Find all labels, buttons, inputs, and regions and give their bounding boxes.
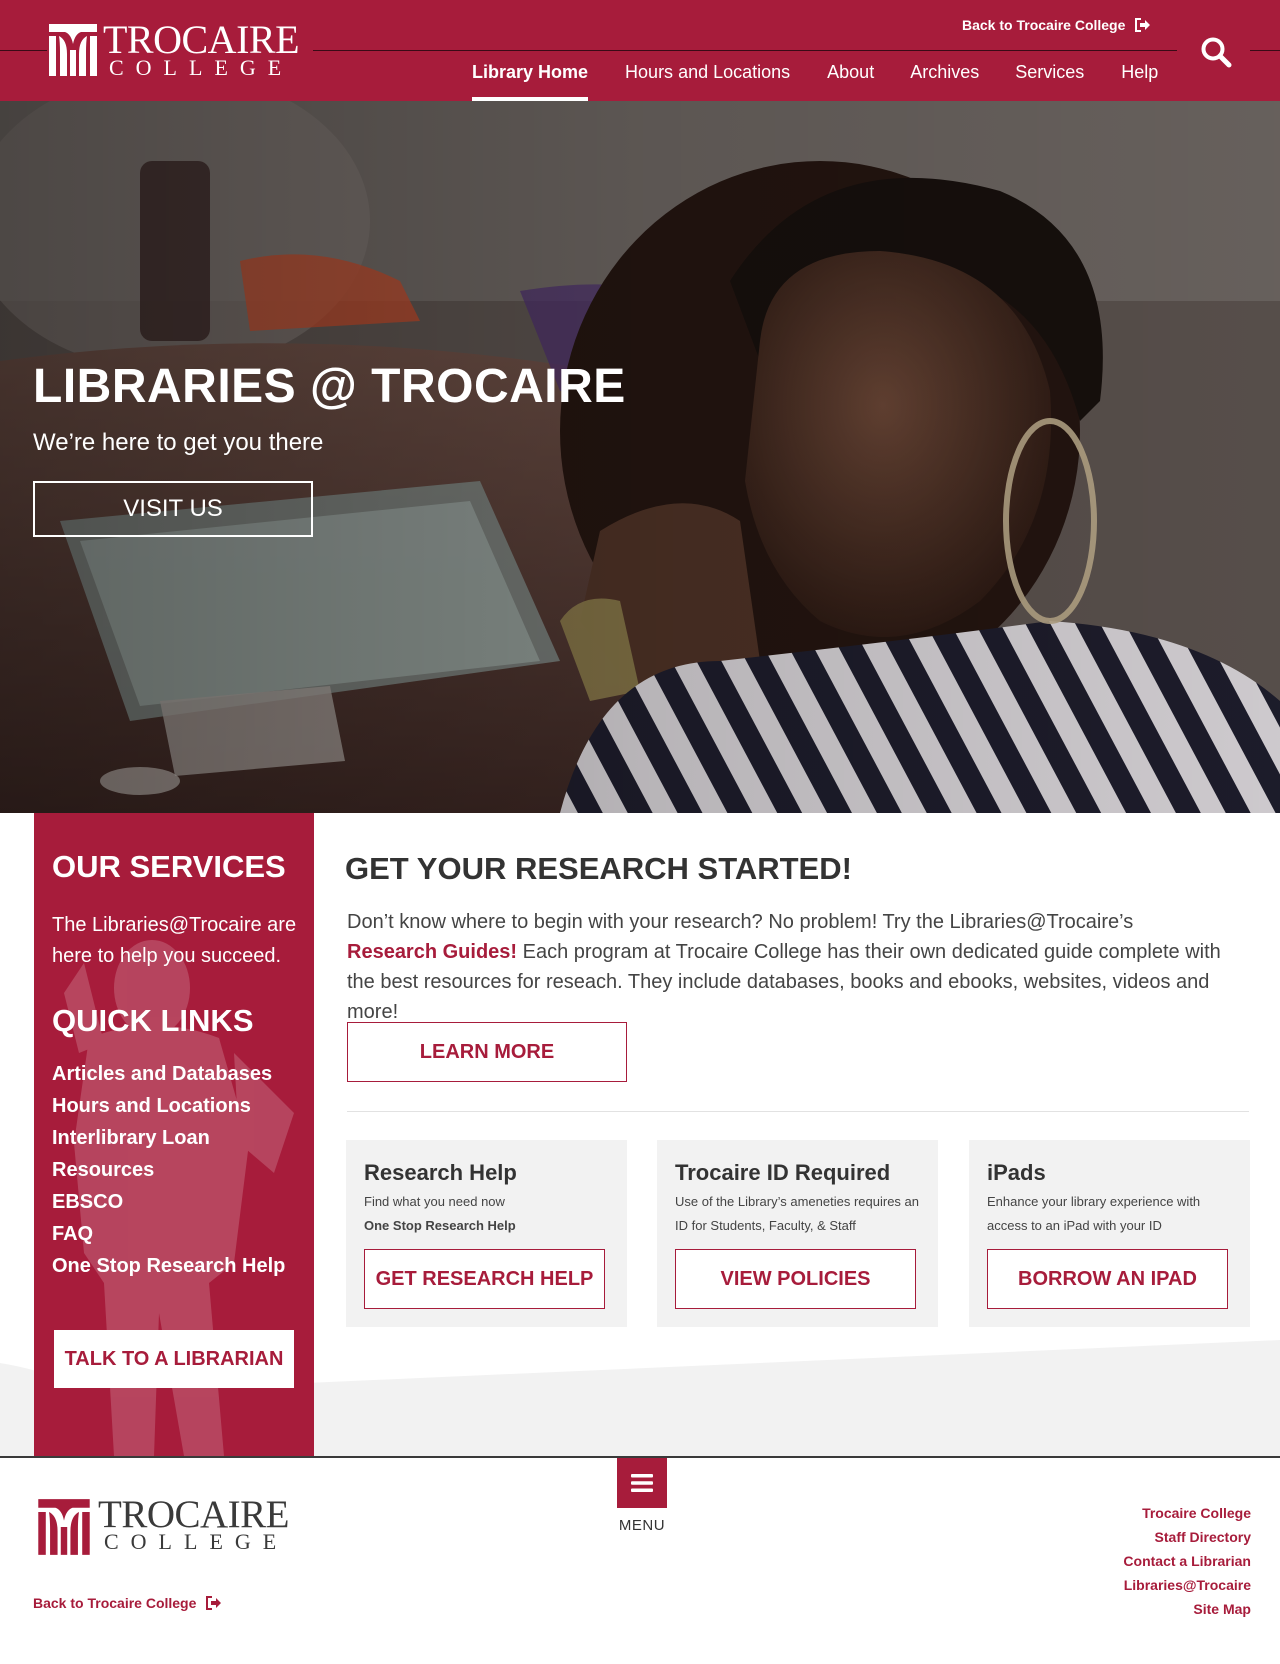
footer-link-trocaire-college[interactable]: Trocaire College — [1123, 1501, 1251, 1525]
header-rule — [0, 50, 47, 51]
card-desc-bold: One Stop Research Help — [364, 1218, 516, 1233]
trocaire-logo[interactable]: TROCAIRE COLLEGE — [47, 17, 309, 80]
research-heading: GET YOUR RESEARCH STARTED! — [345, 851, 852, 886]
footer-link-site-map[interactable]: Site Map — [1123, 1597, 1251, 1621]
footer-link-libraries-at-trocaire[interactable]: Libraries@Trocaire — [1123, 1573, 1251, 1597]
main-nav: Library Home Hours and Locations About A… — [472, 62, 1158, 101]
section-divider — [347, 1111, 1249, 1112]
trocaire-logo-mark-icon — [49, 24, 97, 76]
footer-link-staff-directory[interactable]: Staff Directory — [1123, 1525, 1251, 1549]
card-description: Enhance your library experience with acc… — [987, 1194, 1201, 1233]
site-header: TROCAIRE COLLEGE Back to Trocaire Colleg… — [0, 0, 1280, 101]
services-text: The Libraries@Trocaire are here to help … — [52, 914, 297, 967]
quick-link-one-stop-research-help[interactable]: One Stop Research Help — [52, 1250, 285, 1282]
logo-word-college: COLLEGE — [104, 1529, 289, 1554]
header-rule — [1250, 50, 1280, 51]
card-title: Trocaire ID Required — [675, 1160, 891, 1185]
id-required-card: Trocaire ID Required Use of the Library’… — [657, 1140, 938, 1327]
research-help-card: Research Help Find what you need now One… — [346, 1140, 627, 1327]
footer-back-to-college-link[interactable]: Back to Trocaire College — [33, 1595, 222, 1611]
back-link-label: Back to Trocaire College — [962, 17, 1126, 33]
logo-word-trocaire: TROCAIRE — [98, 1493, 290, 1536]
research-guides-link[interactable]: Research Guides! — [347, 941, 517, 963]
hero-photo — [0, 101, 1280, 813]
quick-link-resources[interactable]: Resources — [52, 1154, 285, 1186]
view-policies-button[interactable]: VIEW POLICIES — [675, 1249, 916, 1309]
borrow-an-ipad-button[interactable]: BORROW AN IPAD — [987, 1249, 1228, 1309]
menu-button[interactable] — [617, 1458, 667, 1508]
our-services-heading: OUR SERVICES — [52, 849, 286, 884]
quick-link-interlibrary-loan[interactable]: Interlibrary Loan — [52, 1122, 285, 1154]
quick-link-faq[interactable]: FAQ — [52, 1218, 285, 1250]
quick-links-list: Articles and Databases Hours and Locatio… — [52, 1058, 285, 1282]
footer-link-contact-a-librarian[interactable]: Contact a Librarian — [1123, 1549, 1251, 1573]
nav-item-archives[interactable]: Archives — [910, 62, 979, 101]
card-title: iPads — [987, 1160, 1046, 1185]
back-to-college-link[interactable]: Back to Trocaire College — [962, 17, 1151, 33]
footer-back-label: Back to Trocaire College — [33, 1595, 197, 1611]
hero-title: LIBRARIES @ TROCAIRE — [33, 360, 626, 413]
nav-item-services[interactable]: Services — [1015, 62, 1084, 101]
ipads-card: iPads Enhance your library experience wi… — [969, 1140, 1250, 1327]
menu-label: MENU — [618, 1517, 666, 1534]
nav-item-hours-and-locations[interactable]: Hours and Locations — [625, 62, 790, 101]
quick-link-articles-and-databases[interactable]: Articles and Databases — [52, 1058, 285, 1090]
hamburger-menu-icon — [631, 1474, 653, 1492]
quick-link-ebsco[interactable]: EBSCO — [52, 1186, 285, 1218]
sign-out-icon — [1135, 18, 1151, 32]
talk-to-a-librarian-button[interactable]: TALK TO A LIBRARIAN — [54, 1330, 294, 1388]
card-desc-line: Find what you need now — [364, 1194, 505, 1209]
footer-trocaire-logo[interactable]: TROCAIRE COLLEGE — [34, 1493, 290, 1557]
card-description: Use of the Library’s ameneties requires … — [675, 1194, 919, 1233]
site-footer: TROCAIRE COLLEGE Back to Trocaire Colleg… — [0, 1456, 1280, 1664]
card-title: Research Help — [364, 1160, 517, 1185]
learn-more-button[interactable]: LEARN MORE — [347, 1022, 627, 1082]
hero-banner: LIBRARIES @ TROCAIRE We’re here to get y… — [0, 101, 1280, 813]
sign-out-icon — [206, 1596, 222, 1610]
logo-word-college: COLLEGE — [109, 55, 294, 80]
quick-links-heading: QUICK LINKS — [52, 1003, 254, 1038]
search-icon[interactable] — [1199, 35, 1233, 69]
visit-us-button[interactable]: VISIT US — [33, 481, 313, 537]
get-research-help-button[interactable]: GET RESEARCH HELP — [364, 1249, 605, 1309]
quick-link-hours-and-locations[interactable]: Hours and Locations — [52, 1090, 285, 1122]
footer-links: Trocaire College Staff Directory Contact… — [1123, 1501, 1251, 1621]
services-sidebar: OUR SERVICES The Libraries@Trocaire are … — [34, 813, 314, 1456]
logo-word-trocaire: TROCAIRE — [103, 17, 300, 62]
content-section: OUR SERVICES The Libraries@Trocaire are … — [0, 813, 1280, 1456]
nav-item-about[interactable]: About — [827, 62, 874, 101]
nav-item-help[interactable]: Help — [1121, 62, 1158, 101]
research-intro-text: Don’t know where to begin with your rese… — [347, 911, 1134, 933]
research-intro: Don’t know where to begin with your rese… — [347, 907, 1227, 1027]
nav-item-library-home[interactable]: Library Home — [472, 62, 589, 101]
card-description: Find what you need now One Stop Research… — [364, 1190, 614, 1238]
hero-subtitle: We’re here to get you there — [33, 429, 324, 456]
trocaire-logo-mark-icon — [38, 1499, 90, 1555]
header-rule — [313, 50, 1177, 51]
